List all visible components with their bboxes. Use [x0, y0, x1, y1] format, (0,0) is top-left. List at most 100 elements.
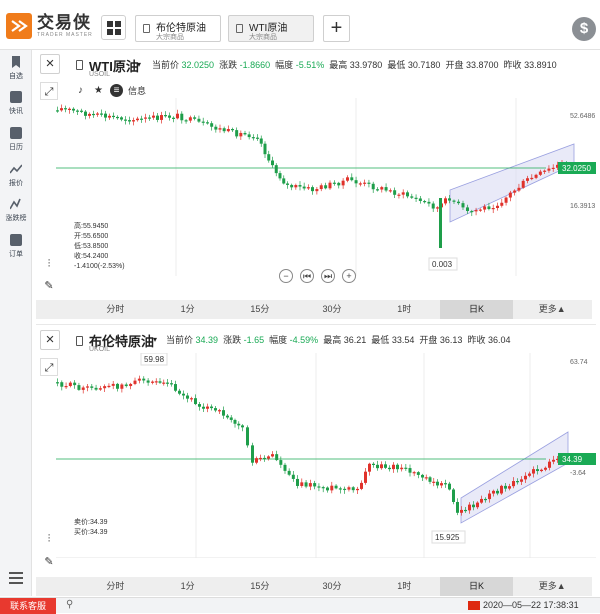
candle [513, 190, 517, 193]
timeframe-more-dropdown[interactable]: 更多▲ [513, 577, 592, 596]
candle [396, 464, 399, 470]
price-change-pct: -5.51% [295, 60, 325, 70]
candle [214, 126, 218, 130]
symbol-dropdown-icon[interactable]: ▾ [137, 60, 141, 69]
menu-icon[interactable] [9, 572, 23, 587]
star-icon[interactable]: ★ [92, 84, 105, 97]
candle [424, 477, 428, 479]
sidebar-item-orders[interactable]: 订单 [0, 234, 32, 259]
candle [148, 117, 151, 119]
sidebar-item-calendar[interactable]: 日历 [0, 127, 32, 152]
bell-icon[interactable]: ♪ [74, 84, 87, 97]
candle [190, 398, 193, 400]
candle [330, 485, 334, 491]
tab-timeframe-tick[interactable]: 分时 [79, 300, 151, 319]
tab-timeframe-1m[interactable]: 1分 [152, 577, 224, 596]
candle [468, 504, 471, 511]
candle [367, 182, 371, 184]
candle [84, 111, 87, 116]
tab-brent[interactable]: 布伦特原油 大宗商品 [135, 15, 221, 42]
candle [478, 209, 482, 211]
candle [56, 382, 59, 384]
link-icon[interactable]: ⚲ [66, 599, 73, 610]
layout-grid-button[interactable] [101, 15, 126, 40]
candle [324, 185, 328, 189]
candle [226, 128, 230, 132]
price-marker-label: 59.98 [144, 355, 165, 364]
timeframe-more-dropdown[interactable]: 更多▲ [513, 300, 592, 319]
draw-pen-icon[interactable]: ✎ [40, 553, 58, 571]
ranking-icon [10, 198, 21, 210]
tab-timeframe-30m[interactable]: 30分 [296, 300, 368, 319]
close-panel-button[interactable]: × [40, 54, 60, 74]
y-axis-label: 63.74 [570, 359, 588, 366]
tab-timeframe-daily[interactable]: 日K [440, 577, 513, 596]
tab-timeframe-1h[interactable]: 1时 [368, 300, 440, 319]
jump-start-icon[interactable]: ⏮ [300, 269, 314, 283]
dollar-icon[interactable]: $ [572, 17, 596, 41]
tab-timeframe-15m[interactable]: 15分 [224, 577, 296, 596]
candle [363, 182, 367, 184]
candle [104, 113, 107, 118]
candle [532, 469, 535, 474]
candle [474, 210, 478, 212]
sidebar-item-quotes[interactable]: 报价 [0, 163, 32, 188]
customer-service-button[interactable]: 联系客服 [0, 598, 56, 614]
timeframe-bar-wti: 分时 1分 15分 30分 1时 日K 更多▲ [36, 300, 592, 319]
candle [436, 207, 439, 209]
candle [111, 383, 115, 386]
candle [306, 187, 310, 189]
candle [210, 123, 214, 127]
draw-pen-icon[interactable]: ✎ [40, 277, 58, 295]
candle [133, 380, 137, 384]
candle [332, 182, 336, 184]
price-marker-label: 15.925 [435, 533, 460, 542]
tab-timeframe-tick[interactable]: 分时 [79, 577, 151, 596]
candle [464, 509, 467, 512]
tab-timeframe-daily[interactable]: 日K [440, 300, 513, 319]
candle [255, 458, 258, 463]
panel-actions: ♪ ★ ≡ 信息 [74, 84, 146, 97]
candle [214, 408, 217, 411]
candle [298, 185, 302, 187]
candle [368, 463, 371, 472]
add-tab-button[interactable]: + [323, 15, 350, 42]
candle [88, 113, 91, 116]
candle [235, 130, 239, 137]
brent-candlestick-chart[interactable]: 63.74-3.6434.3959.9815.9252020/03/022020… [56, 353, 596, 558]
info-label[interactable]: 信息 [128, 84, 146, 97]
sidebar-item-label: 订单 [9, 251, 23, 258]
symbol-dropdown-icon[interactable]: ▾ [153, 335, 157, 344]
sidebar-item-watchlist[interactable]: 自选 [0, 56, 32, 81]
sidebar-item-news[interactable]: 快讯 [0, 91, 32, 116]
candle [496, 205, 499, 209]
candle [304, 482, 308, 487]
tab-timeframe-1h[interactable]: 1时 [368, 577, 440, 596]
sidebar-item-ranking[interactable]: 涨跌榜 [0, 198, 32, 223]
indicator-icon[interactable]: ⫶ [40, 255, 58, 273]
candle [311, 187, 314, 192]
candle [432, 481, 436, 483]
zoom-in-icon[interactable]: + [342, 269, 356, 283]
info-icon[interactable]: ≡ [110, 84, 123, 97]
candle [60, 382, 64, 387]
tab-timeframe-1m[interactable]: 1分 [152, 300, 224, 319]
candle [517, 187, 521, 191]
candle [151, 381, 154, 383]
prev-close: 36.04 [487, 335, 511, 345]
tab-timeframe-30m[interactable]: 30分 [296, 577, 368, 596]
close-panel-button[interactable]: × [40, 330, 60, 350]
jump-end-icon[interactable]: ⏭ [321, 269, 335, 283]
wti-candlestick-chart[interactable]: 52.648616.391332.02500.0032020/02/132020… [56, 98, 596, 276]
candle [484, 498, 487, 501]
zoom-out-icon[interactable]: − [279, 269, 293, 283]
candle [487, 206, 491, 210]
candle [350, 177, 354, 181]
indicator-icon[interactable]: ⫶ [40, 530, 58, 548]
tab-timeframe-15m[interactable]: 15分 [224, 300, 296, 319]
candle [500, 202, 504, 206]
tab-wti[interactable]: WTI原油 大宗商品 [228, 15, 314, 42]
candle [472, 504, 475, 508]
candle [393, 190, 397, 195]
candle [543, 170, 547, 172]
